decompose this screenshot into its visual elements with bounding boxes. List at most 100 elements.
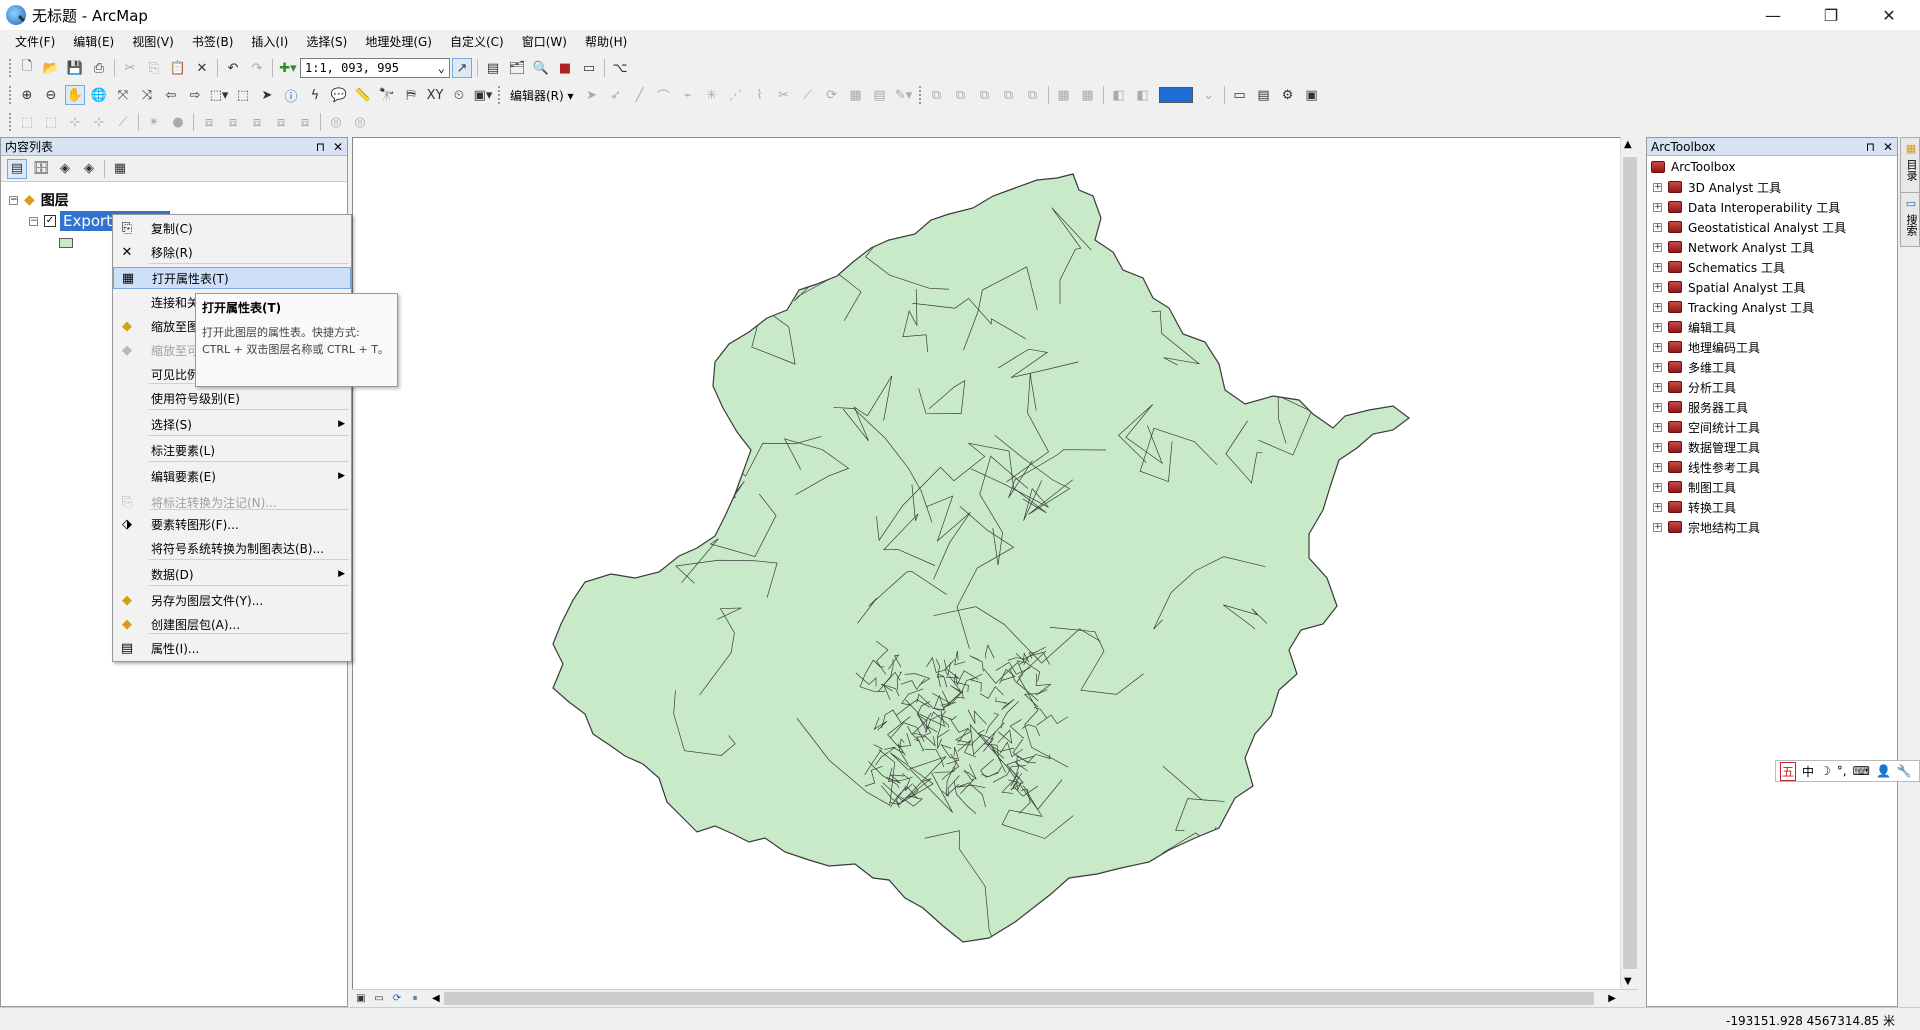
ime-settings-icon[interactable]: 🔧 [1897,764,1912,778]
topology-7-icon[interactable]: ● [168,112,188,132]
scroll-left-icon[interactable]: ◀ [432,993,440,1004]
chevron-down-icon[interactable]: ⌄ [1199,85,1219,105]
expand-icon[interactable]: + [1653,382,1662,392]
editor-menu[interactable]: 编辑器(R) ▾ [510,87,574,104]
layout-2-icon[interactable]: ▦ [1078,85,1098,105]
toolbox-item[interactable]: + 多维工具 [1653,358,1736,376]
layers-root[interactable]: − ◆ 图层 [9,190,69,210]
georef-4-icon[interactable]: ⧉ [999,85,1019,105]
toolbox-item[interactable]: +3D Analyst 工具 [1653,178,1781,196]
edit-tool-icon[interactable]: ➤ [582,85,602,105]
georef-5-icon[interactable]: ⧉ [1023,85,1043,105]
go-to-xy-icon[interactable]: XY [425,85,445,105]
layout-4-icon[interactable]: ◧ [1133,85,1153,105]
map-vertical-scrollbar[interactable]: ▲ ▼ [1620,137,1638,989]
save-icon[interactable]: 💾 [65,58,85,78]
topology-6-icon[interactable]: ✴ [144,112,164,132]
menu-edit[interactable]: 编辑(E) [64,33,123,50]
table-of-contents-icon[interactable]: ▤ [483,58,503,78]
open-folder-icon[interactable]: 📂 [41,58,61,78]
toolbox-item[interactable]: + Tracking Analyst 工具 [1653,298,1814,316]
expand-icon[interactable]: + [1653,322,1662,332]
close-icon[interactable]: ✕ [1883,140,1893,154]
ime-punctuation-icon[interactable]: °, [1837,764,1847,778]
menu-windows[interactable]: 窗口(W) [513,33,576,50]
toolbox-item[interactable]: + Schematics 工具 [1653,258,1785,276]
add-data-icon[interactable]: ✚▾ [278,58,298,78]
context-menu-item[interactable]: ✕ 移除(R) [113,241,351,263]
layout-view-icon[interactable]: ▭ [1230,85,1250,105]
list-by-source-icon[interactable]: 🗄 [31,159,51,179]
layer-symbol-patch[interactable] [59,238,73,248]
expand-icon[interactable]: + [1653,362,1662,372]
map-canvas[interactable] [353,138,1619,988]
arctoolbox-root[interactable]: ArcToolbox [1651,158,1735,176]
menu-bookmarks[interactable]: 书签(B) [183,33,243,50]
context-menu-item[interactable]: ▤ 属性(I)... [113,637,351,659]
toolbox-item[interactable]: + 转换工具 [1653,498,1736,516]
collapse-icon[interactable]: − [9,195,18,205]
minimize-button[interactable]: — [1744,0,1802,30]
context-menu-item[interactable]: ◆ 创建图层包(A)... [113,613,351,635]
expand-icon[interactable]: + [1653,462,1662,472]
point-icon[interactable]: ✳ [702,85,722,105]
data-view-tab-icon[interactable]: ▭ [372,992,386,1006]
expand-icon[interactable]: + [1653,202,1662,212]
context-menu-item[interactable]: 数据(D) ▶ [113,563,351,585]
ime-halfwidth-icon[interactable]: ☽ [1820,764,1831,778]
expand-icon[interactable]: + [1653,302,1662,312]
layer-visibility-checkbox[interactable]: ✓ [44,215,56,227]
data-view-icon[interactable]: ▤ [1254,85,1274,105]
edit-annotation-icon[interactable]: ➶ [606,85,626,105]
toolbox-item[interactable]: + 分析工具 [1653,378,1736,396]
toolbox-item[interactable]: + Geostatistical Analyst 工具 [1653,218,1846,236]
toolbox-item[interactable]: + Network Analyst 工具 [1653,238,1814,256]
pan-icon[interactable]: ✋ [65,85,85,105]
cut-icon[interactable]: ✂ [120,58,140,78]
menu-insert[interactable]: 插入(I) [242,33,297,50]
fixed-zoom-out-icon[interactable]: ⤨ [137,85,157,105]
ime-user-icon[interactable]: 👤 [1876,764,1891,778]
html-popup-icon[interactable]: 💬 [329,85,349,105]
scroll-right-icon[interactable]: ▶ [1608,993,1616,1004]
endpoint-arc-icon[interactable]: ⌒ [654,85,674,105]
model-builder-icon[interactable]: ⌥ [610,58,630,78]
ime-keyboard-icon[interactable]: ⌨ [1853,764,1870,778]
attributes-icon[interactable]: ▦ [846,85,866,105]
expand-icon[interactable]: + [1653,222,1662,232]
topology-3-icon[interactable]: ⊹ [65,112,85,132]
georef-1-icon[interactable]: ⧉ [927,85,947,105]
python-window-icon[interactable]: ▭ [579,58,599,78]
topology-2-icon[interactable]: ⬚ [41,112,61,132]
expand-icon[interactable]: + [1653,442,1662,452]
hyperlink-icon[interactable]: ϟ [305,85,325,105]
toolbox-item[interactable]: + 宗地结构工具 [1653,518,1760,536]
editor-toolbar-icon[interactable]: ↗ [452,58,472,78]
topology-11-icon[interactable]: ⧈ [271,112,291,132]
topology-5-icon[interactable]: ⟋ [113,112,133,132]
topology-13-icon[interactable]: ◎ [326,112,346,132]
expand-icon[interactable]: + [1653,482,1662,492]
topology-8-icon[interactable]: ⧈ [199,112,219,132]
search-side-tab[interactable]: ▭ 搜索 [1901,193,1920,248]
topology-4-icon[interactable]: ⊹ [89,112,109,132]
new-document-icon[interactable]: 🗋 [17,58,37,78]
menu-selection[interactable]: 选择(S) [297,33,356,50]
back-extent-icon[interactable]: ⇦ [161,85,181,105]
forward-extent-icon[interactable]: ⇨ [185,85,205,105]
menu-help[interactable]: 帮助(H) [576,33,636,50]
toolbox-item[interactable]: + 服务器工具 [1653,398,1748,416]
edit-vertices-icon[interactable]: ⋰ [726,85,746,105]
identify-icon[interactable]: ⓘ [281,85,301,105]
full-extent-icon[interactable]: 🌐 [89,85,109,105]
georef-3-icon[interactable]: ⧉ [975,85,995,105]
split-icon[interactable]: ⟋ [798,85,818,105]
maximize-button[interactable]: ❐ [1802,0,1860,30]
toolbox-item[interactable]: + 编辑工具 [1653,318,1736,336]
horizontal-scroll-thumb[interactable] [444,992,1594,1005]
redo-icon[interactable]: ↷ [247,58,267,78]
viewer-window-icon[interactable]: ▣▾ [473,85,493,105]
cut-polygon-icon[interactable]: ✂ [774,85,794,105]
context-menu-item[interactable]: ◆ 另存为图层文件(Y)... [113,589,351,611]
trace-icon[interactable]: ⌁ [678,85,698,105]
